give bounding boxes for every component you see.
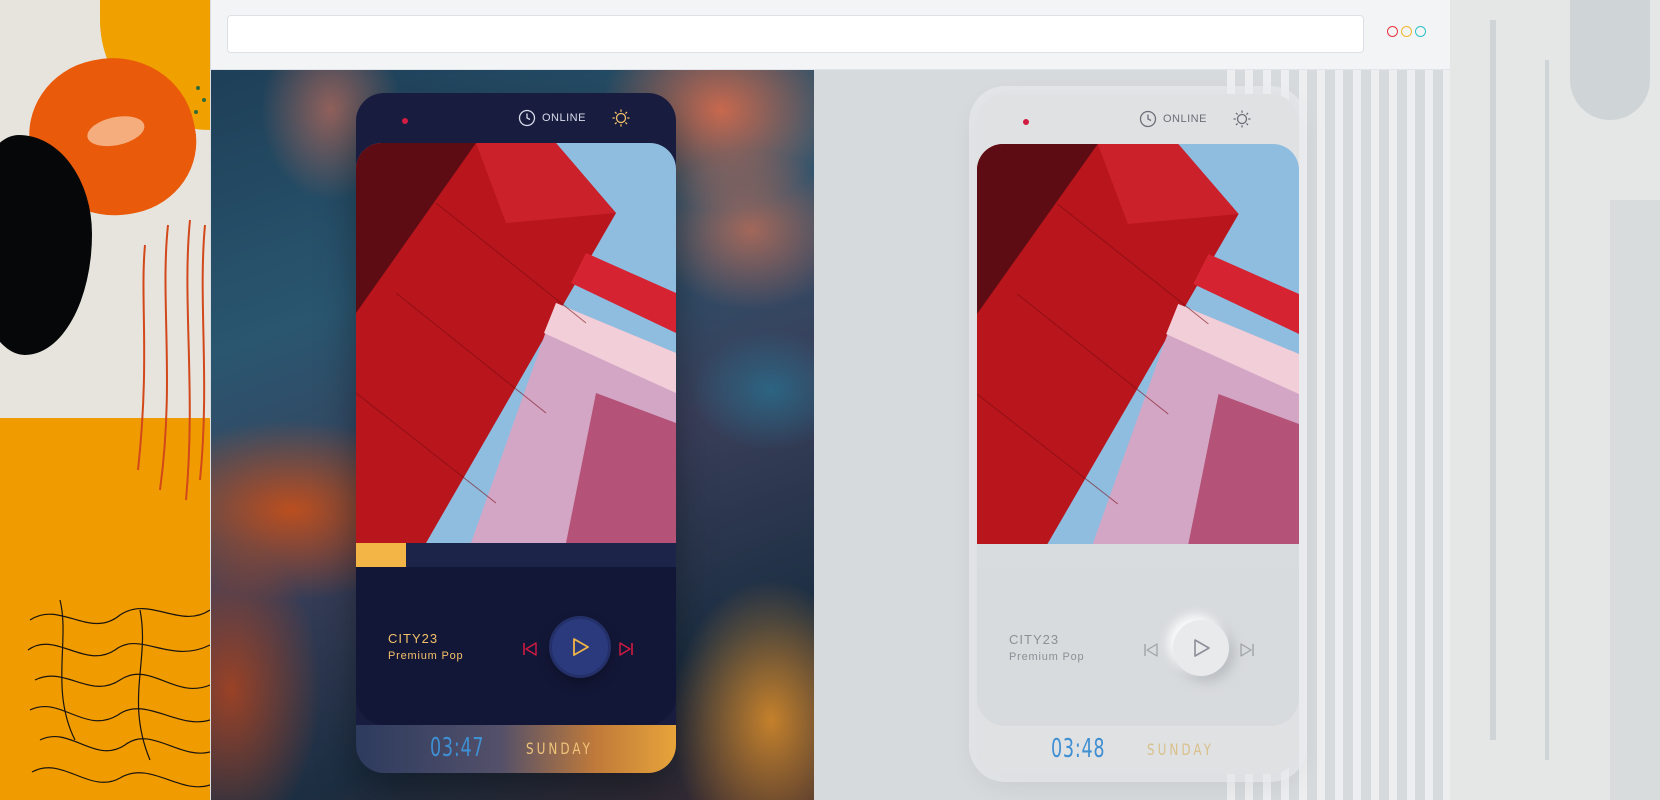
play-icon	[573, 638, 589, 656]
music-player-light: ONLINE CITY23 Premium Pop 03:48 SUNDAY	[977, 94, 1299, 774]
window-controls	[1387, 26, 1426, 37]
window-close-button[interactable]	[1387, 26, 1398, 37]
clock-icon	[518, 109, 536, 127]
skip-back-icon	[1144, 643, 1158, 657]
online-status: ONLINE	[542, 112, 586, 124]
sun-icon[interactable]	[611, 108, 631, 128]
track-genre: Premium Pop	[388, 650, 464, 662]
next-track-button[interactable]	[1235, 638, 1259, 662]
skip-back-icon	[523, 642, 537, 656]
album-art	[356, 143, 676, 543]
light-theme-preview: ONLINE CITY23 Premium Pop 03:48 SUNDAY	[814, 70, 1451, 800]
player-footer: 03:48 SUNDAY	[977, 726, 1299, 774]
online-status: ONLINE	[1163, 113, 1207, 125]
previous-track-button[interactable]	[518, 637, 542, 661]
day-label: SUNDAY	[526, 739, 594, 758]
sun-icon[interactable]	[1232, 109, 1252, 129]
album-art	[977, 144, 1299, 544]
clock-time: 03:48	[1051, 734, 1106, 764]
clock-time: 03:47	[430, 733, 485, 763]
progress-bar[interactable]	[356, 543, 676, 567]
status-bar: ONLINE	[977, 94, 1299, 144]
record-dot-icon	[1023, 119, 1029, 125]
line-pattern	[27, 86, 210, 788]
skip-forward-icon	[619, 642, 633, 656]
play-button[interactable]	[552, 619, 608, 675]
play-icon	[1194, 639, 1210, 657]
play-button[interactable]	[1173, 620, 1229, 676]
browser-window: ONLINE CITY23 Premium Pop 03:47 SUNDAY O…	[210, 0, 1451, 800]
track-title: CITY23	[388, 631, 439, 646]
progress-fill	[356, 543, 406, 567]
control-panel: CITY23 Premium Pop	[356, 567, 676, 725]
window-maximize-button[interactable]	[1415, 26, 1426, 37]
next-track-button[interactable]	[614, 637, 638, 661]
day-label: SUNDAY	[1147, 740, 1215, 759]
track-title: CITY23	[1009, 632, 1060, 647]
previous-track-button[interactable]	[1139, 638, 1163, 662]
paint-streak	[1545, 60, 1549, 760]
control-panel: CITY23 Premium Pop	[977, 568, 1299, 726]
dark-theme-preview: ONLINE CITY23 Premium Pop 03:47 SUNDAY	[211, 70, 814, 800]
paint-streak	[1490, 20, 1496, 740]
browser-toolbar	[211, 0, 1451, 70]
track-genre: Premium Pop	[1009, 651, 1085, 663]
clock-icon	[1139, 110, 1157, 128]
right-background	[1450, 0, 1660, 800]
left-decorative-artwork	[0, 0, 210, 800]
music-player-dark: ONLINE CITY23 Premium Pop 03:47 SUNDAY	[356, 93, 676, 773]
address-bar[interactable]	[227, 15, 1364, 53]
player-footer: 03:47 SUNDAY	[356, 725, 676, 773]
record-dot-icon	[402, 118, 408, 124]
progress-bar[interactable]	[977, 544, 1299, 568]
window-minimize-button[interactable]	[1401, 26, 1412, 37]
paint-streak	[1570, 0, 1650, 120]
paint-streak	[1610, 200, 1660, 800]
status-bar: ONLINE	[356, 93, 676, 143]
skip-forward-icon	[1240, 643, 1254, 657]
